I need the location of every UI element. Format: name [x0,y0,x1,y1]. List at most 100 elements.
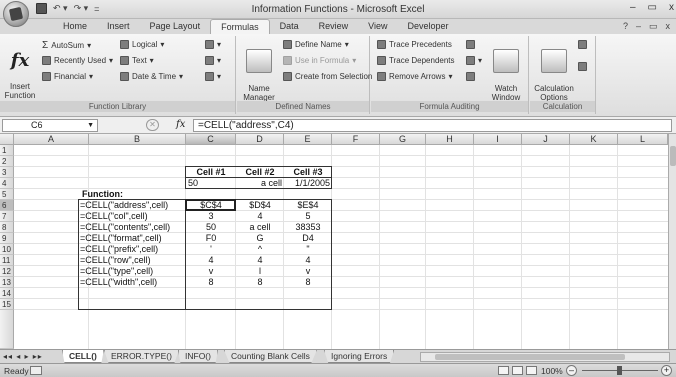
insert-function-button[interactable]: fx Insert Function [2,40,38,100]
cell-e4[interactable]: 1/1/2005 [284,178,330,189]
row-header-6[interactable]: 6 [0,200,14,211]
column-header-f[interactable]: F [332,134,380,145]
create-from-selection-button[interactable]: Create from Selection [283,72,372,81]
cell-b8[interactable]: =CELL("contents",cell) [80,222,185,233]
cell-b13[interactable]: =CELL("width",cell) [80,277,185,288]
restore-button[interactable]: ▭ [648,2,657,13]
cell-c4[interactable]: 50 [188,178,234,189]
tab-home[interactable]: Home [53,19,97,34]
column-header-c[interactable]: C [186,134,236,145]
sheet-tab-ignoring-errors[interactable]: Ignoring Errors [324,350,395,363]
name-manager-button[interactable]: Name Manager [241,40,277,102]
page-break-view-icon[interactable] [526,366,537,375]
cell-c13[interactable]: 8 [186,277,236,288]
sheet-tab-counting-blank-cells[interactable]: Counting Blank Cells [224,350,317,363]
lookup-reference-button[interactable]: ▾ [205,40,221,49]
cell-d9[interactable]: G [236,233,284,244]
select-all-corner[interactable] [0,134,14,145]
cell-b7[interactable]: =CELL("col",cell) [80,211,185,222]
sheet-tab-info[interactable]: INFO() [178,350,218,363]
cell-e8[interactable]: 38353 [284,222,332,233]
cell-b5[interactable]: Function: [82,189,182,200]
column-header-j[interactable]: J [522,134,570,145]
autosum-button[interactable]: Σ AutoSum ▾ [42,40,91,51]
tab-page-layout[interactable]: Page Layout [140,19,211,34]
page-layout-view-icon[interactable] [512,366,523,375]
logical-button[interactable]: Logical ▾ [120,40,164,49]
insert-function-fx-icon[interactable]: fx [176,119,185,130]
horizontal-scrollbar[interactable] [420,352,670,362]
cell-d10[interactable]: ^ [236,244,284,255]
cell-c6[interactable]: $C$4 [186,200,236,211]
watch-window-button[interactable]: Watch Window [487,40,525,102]
name-box-dropdown-icon[interactable]: ▼ [87,120,94,131]
cell-c11[interactable]: 4 [186,255,236,266]
cell-e12[interactable]: v [284,266,332,277]
macro-record-icon[interactable] [30,366,42,375]
trace-dependents-button[interactable]: Trace Dependents [377,56,455,65]
tab-view[interactable]: View [358,19,397,34]
define-name-button[interactable]: Define Name ▾ [283,40,349,49]
sheet-nav-buttons[interactable]: ◂◂ ◂ ▸ ▸▸ [3,352,43,361]
calculate-sheet-button[interactable] [578,62,587,71]
normal-view-icon[interactable] [498,366,509,375]
zoom-in-button[interactable]: + [661,365,672,376]
row-header-15[interactable]: 15 [0,299,14,310]
row-header-7[interactable]: 7 [0,211,14,222]
text-button[interactable]: Text ▾ [120,56,154,65]
cell-c7[interactable]: 3 [186,211,236,222]
name-box[interactable]: C6 ▼ [2,119,98,132]
sheet-tab-error-type[interactable]: ERROR.TYPE() [104,350,179,363]
help-icon[interactable]: ? [623,21,628,32]
more-functions-button[interactable]: ▾ [205,72,221,81]
cell-e6[interactable]: $E$4 [284,200,332,211]
cancel-entry-icon[interactable]: ✕ [146,119,159,131]
tab-review[interactable]: Review [309,19,359,34]
remove-arrows-button[interactable]: Remove Arrows ▾ [377,72,452,81]
cell-d11[interactable]: 4 [236,255,284,266]
row-header-1[interactable]: 1 [0,145,14,156]
cell-c9[interactable]: F0 [186,233,236,244]
calculate-now-button[interactable] [578,40,587,49]
cell-e9[interactable]: D4 [284,233,332,244]
row-header-5[interactable]: 5 [0,189,14,200]
cell-d13[interactable]: 8 [236,277,284,288]
evaluate-formula-button[interactable] [466,72,475,81]
row-header-14[interactable]: 14 [0,288,14,299]
cell-d7[interactable]: 4 [236,211,284,222]
column-header-b[interactable]: B [89,134,186,145]
ribbon-restore-button[interactable]: ▭ [649,21,658,32]
column-header-d[interactable]: D [236,134,284,145]
cell-d3[interactable]: Cell #2 [236,167,284,178]
cell-b10[interactable]: =CELL("prefix",cell) [80,244,185,255]
cell-c8[interactable]: 50 [186,222,236,233]
horizontal-scroll-thumb[interactable] [435,354,625,360]
cell-e13[interactable]: 8 [284,277,332,288]
ribbon-minimize-button[interactable]: – [636,21,641,32]
cell-e10[interactable]: " [284,244,332,255]
row-header-8[interactable]: 8 [0,222,14,233]
cell-b12[interactable]: =CELL("type",cell) [80,266,185,277]
row-header-3[interactable]: 3 [0,167,14,178]
column-header-e[interactable]: E [284,134,332,145]
row-header-11[interactable]: 11 [0,255,14,266]
cell-c3[interactable]: Cell #1 [186,167,236,178]
minimize-button[interactable]: – [630,2,636,13]
column-header-k[interactable]: K [570,134,618,145]
cell-c10[interactable]: ' [186,244,236,255]
error-checking-button[interactable]: ▾ [466,56,482,65]
row-header-13[interactable]: 13 [0,277,14,288]
row-header-9[interactable]: 9 [0,233,14,244]
close-button[interactable]: x [669,2,674,13]
cell-c12[interactable]: v [186,266,236,277]
zoom-out-button[interactable]: – [566,365,577,376]
row-header-2[interactable]: 2 [0,156,14,167]
calculation-options-button[interactable]: Calculation Options [532,40,576,102]
tab-data[interactable]: Data [270,19,309,34]
cell-d6[interactable]: $D$4 [236,200,284,211]
column-header-h[interactable]: H [426,134,474,145]
row-header-12[interactable]: 12 [0,266,14,277]
office-button[interactable] [3,1,29,27]
trace-precedents-button[interactable]: Trace Precedents [377,40,452,49]
cell-e11[interactable]: 4 [284,255,332,266]
